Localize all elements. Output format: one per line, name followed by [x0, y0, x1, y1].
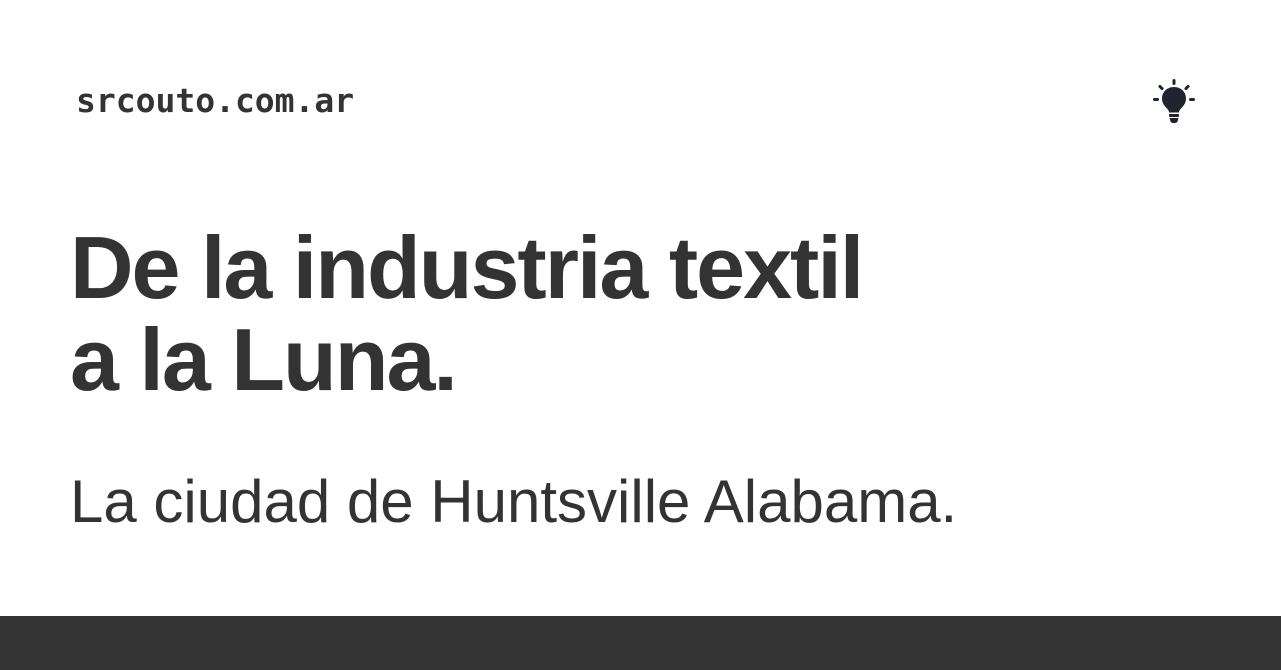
site-name[interactable]: srcouto.com.ar: [76, 80, 354, 122]
theme-toggle-button[interactable]: [1150, 78, 1198, 126]
page-title-line-1: De la industria textil: [70, 218, 864, 317]
page-title: De la industria textil a la Luna.: [70, 222, 1170, 406]
page-subtitle: La ciudad de Huntsville Alabama.: [70, 468, 958, 535]
lightbulb-icon: [1153, 79, 1195, 123]
footer-bar: [0, 616, 1281, 670]
page-title-line-2: a la Luna.: [70, 310, 458, 409]
